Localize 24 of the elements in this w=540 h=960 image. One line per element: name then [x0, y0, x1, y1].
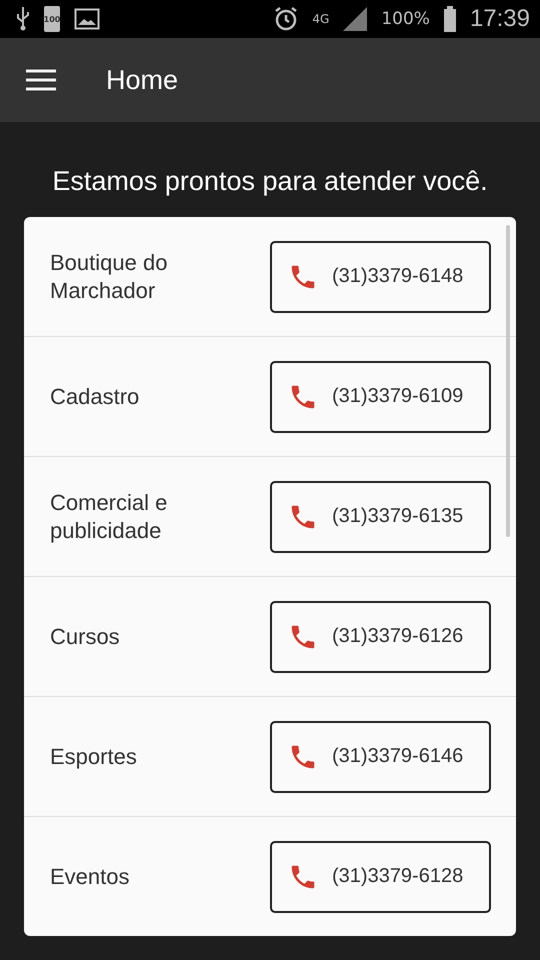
- call-button[interactable]: (31)3379-6148: [270, 240, 491, 312]
- battery-icon: 100: [44, 6, 60, 32]
- heading: Estamos prontos para atender você.: [51, 166, 489, 197]
- call-button[interactable]: (31)3379-6146: [270, 720, 491, 792]
- alarm-icon: [274, 6, 298, 32]
- department-name: Eventos: [50, 862, 130, 890]
- call-button[interactable]: (31)3379-6109: [270, 360, 491, 432]
- signal-icon: [343, 7, 368, 31]
- department-name: Esportes: [50, 742, 138, 770]
- battery-percent: 100%: [381, 9, 430, 29]
- menu-icon[interactable]: [26, 69, 56, 91]
- department-name: Boutique do Marchador: [50, 248, 168, 304]
- department-name: Cadastro: [50, 382, 140, 410]
- call-button[interactable]: (31)3379-6135: [270, 480, 491, 552]
- usb-icon: [16, 7, 30, 31]
- battery-icon: [444, 6, 456, 32]
- department-name: Cursos: [50, 622, 121, 650]
- network-type: 4G: [312, 12, 330, 26]
- app-bar-title: Home: [106, 64, 178, 96]
- call-button[interactable]: (31)3379-6128: [270, 840, 491, 912]
- image-icon: [74, 8, 100, 30]
- department-name: Comercial e publicidade: [50, 488, 168, 544]
- call-button[interactable]: (31)3379-6126: [270, 600, 491, 672]
- clock-time: 17:39: [470, 5, 530, 33]
